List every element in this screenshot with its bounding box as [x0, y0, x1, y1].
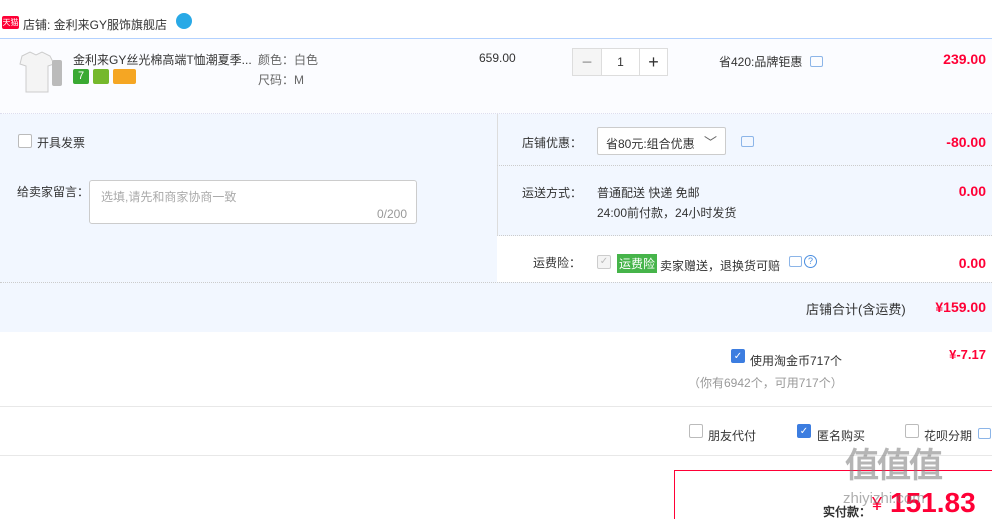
shipping-time: 24:00前付款，24小时发货: [597, 206, 737, 220]
insurance-label: 运费险：: [533, 256, 582, 270]
insurance-amount: 0.00: [958, 255, 986, 271]
insurance-chat-icon[interactable]: [789, 256, 802, 267]
coins-label: 使用淘金币717个: [750, 354, 843, 368]
discount-info-icon[interactable]: [741, 136, 754, 147]
item-row: [0, 38, 992, 114]
service-badge-icon: [93, 69, 109, 84]
note-counter: 0/200: [376, 207, 407, 221]
anonymous-checkbox[interactable]: ✓: [797, 424, 811, 438]
sku-color: 颜色：白色: [258, 53, 319, 67]
insurance-checkbox: ✓: [597, 255, 611, 269]
divider: [0, 455, 992, 456]
shop-total-amount: ¥159.00: [935, 299, 986, 315]
friend-pay-checkbox[interactable]: [689, 424, 703, 438]
insurance-tag: 运费险: [617, 254, 658, 273]
shop-discount-value: 省80元:组合优惠: [606, 137, 695, 151]
watermark-url: zhiyizhi.com: [843, 490, 925, 507]
promo-info-icon[interactable]: [810, 56, 823, 67]
shop-name[interactable]: 店铺: 金利来GY服饰旗舰店: [23, 16, 167, 33]
coins-hint: （你有6942个，可用717个）: [688, 376, 843, 390]
coins-amount: ¥-7.17: [949, 347, 986, 362]
shipping-section: [497, 166, 992, 236]
shipping-amount: 0.00: [958, 183, 986, 199]
shipping-method: 普通配送 快递 免邮: [597, 186, 700, 200]
item-promo: 省420:品牌钜惠: [719, 55, 803, 69]
shop-discount-select[interactable]: 省80元:组合优惠 ﹀: [597, 127, 726, 155]
divider: [0, 406, 992, 407]
qty-increase-button[interactable]: +: [639, 49, 667, 75]
note-placeholder: 选填,请先和商家协商一致: [101, 190, 237, 204]
unit-price: 659.00: [479, 51, 516, 65]
note-label: 给卖家留言：: [17, 185, 90, 199]
product-thumbnail[interactable]: [12, 48, 64, 96]
chevron-down-icon: ﹀: [704, 135, 718, 150]
shipping-label: 运送方式：: [522, 186, 583, 200]
shop-discount-label: 店铺优惠：: [522, 136, 583, 150]
quantity-stepper: − 1 +: [572, 48, 668, 76]
help-icon[interactable]: ?: [804, 255, 817, 268]
shop-discount-amount: -80.00: [946, 134, 986, 150]
coins-checkbox[interactable]: ✓: [731, 349, 745, 363]
qty-decrease-button[interactable]: −: [573, 49, 601, 75]
tmall-badge: 天猫: [2, 16, 19, 29]
watermark-logo: 值值值: [845, 447, 943, 485]
friend-pay-label: 朋友代付: [708, 429, 757, 443]
wangwang-chat-icon[interactable]: [176, 13, 192, 29]
huabei-info-icon[interactable]: [978, 428, 991, 439]
card-badge-icon: [113, 69, 136, 84]
invoice-checkbox[interactable]: [18, 134, 32, 148]
seller-note-input[interactable]: 选填,请先和商家协商一致 0/200: [89, 180, 417, 224]
sku-size: 尺码：M: [258, 73, 304, 87]
product-title[interactable]: 金利来GY丝光棉高端T恤潮夏季...: [73, 51, 252, 68]
item-subtotal: 239.00: [943, 51, 986, 67]
huabei-checkbox[interactable]: [905, 424, 919, 438]
invoice-label: 开具发票: [37, 136, 86, 150]
insurance-desc: 卖家赠送，退换货可赔: [660, 259, 781, 273]
shop-total-label: 店铺合计(含运费): [806, 302, 906, 317]
qty-input[interactable]: 1: [601, 49, 639, 75]
seven-day-return-badge: 7: [73, 69, 89, 84]
